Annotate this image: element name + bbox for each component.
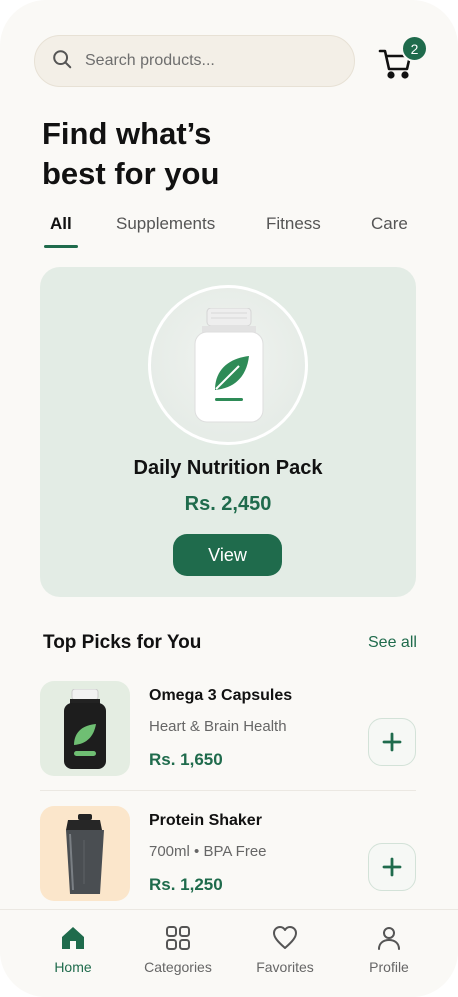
product-row[interactable]: Omega 3 Capsules Heart & Brain Health Rs…	[40, 681, 416, 777]
search-bar[interactable]	[34, 35, 355, 87]
product-subtitle: 700ml • BPA Free	[149, 843, 267, 860]
tab-all[interactable]: All	[50, 214, 72, 234]
grid-icon	[166, 926, 190, 950]
search-icon	[51, 48, 73, 75]
product-image	[40, 806, 130, 901]
tab-supplements[interactable]: Supplements	[116, 214, 215, 234]
add-to-cart-button[interactable]	[368, 718, 416, 766]
bottom-nav: Home Categories Favorites Profile	[0, 909, 458, 997]
active-tab-indicator	[44, 245, 78, 248]
headline-line-2: best for you	[42, 156, 220, 191]
product-name: Omega 3 Capsules	[149, 687, 293, 704]
capsule-bottle-icon	[64, 689, 106, 769]
nav-label: Categories	[144, 959, 212, 975]
tab-fitness[interactable]: Fitness	[266, 214, 321, 234]
nav-profile[interactable]: Profile	[344, 925, 434, 975]
home-icon	[62, 927, 84, 949]
page-headline: Find what’s best for you	[42, 114, 302, 194]
featured-price: Rs. 2,450	[184, 493, 272, 515]
shaker-bottle-icon	[66, 814, 104, 894]
cart-button[interactable]: 2	[378, 35, 428, 82]
featured-image	[148, 285, 308, 445]
featured-card[interactable]: Daily Nutrition Pack Rs. 2,450 View	[40, 267, 416, 597]
product-image	[40, 681, 130, 776]
add-to-cart-button[interactable]	[368, 843, 416, 891]
featured-title: Daily Nutrition Pack	[133, 457, 323, 479]
headline-line-1: Find what’s	[42, 116, 212, 151]
product-price: Rs. 1,650	[149, 750, 223, 769]
view-button[interactable]: View	[173, 534, 282, 576]
heart-icon	[273, 926, 297, 949]
nav-label: Favorites	[256, 959, 314, 975]
see-all-link[interactable]: See all	[368, 634, 417, 652]
nav-home[interactable]: Home	[28, 925, 118, 975]
product-row[interactable]: Protein Shaker 700ml • BPA Free Rs. 1,25…	[40, 806, 416, 902]
product-subtitle: Heart & Brain Health	[149, 718, 287, 735]
plus-icon	[382, 857, 402, 877]
supplement-bottle-icon	[194, 308, 264, 423]
nav-favorites[interactable]: Favorites	[240, 925, 330, 975]
nav-label: Home	[54, 959, 92, 975]
product-name: Protein Shaker	[149, 812, 262, 829]
section-title: Top Picks for You	[43, 632, 202, 653]
divider	[40, 790, 416, 791]
cart-badge: 2	[401, 35, 428, 62]
app-screen: 2 Find what’s best for you All Supplemen…	[0, 0, 458, 997]
category-tabs: All Supplements Fitness Care	[0, 212, 458, 252]
tab-care[interactable]: Care	[371, 214, 408, 234]
search-input[interactable]	[85, 52, 325, 70]
plus-icon	[382, 732, 402, 752]
nav-label: Profile	[369, 959, 409, 975]
user-icon	[378, 927, 400, 950]
product-price: Rs. 1,250	[149, 875, 223, 894]
nav-categories[interactable]: Categories	[133, 925, 223, 975]
